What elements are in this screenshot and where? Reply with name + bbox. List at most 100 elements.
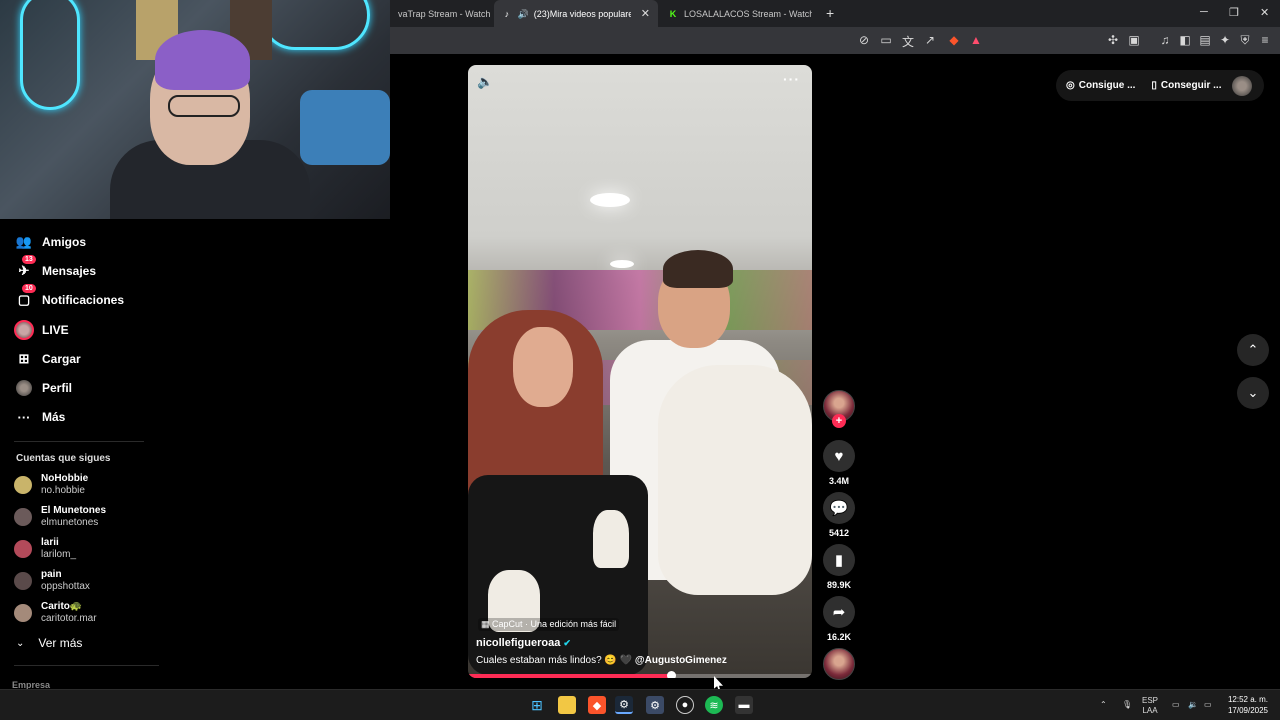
sidebar-item-notificaciones[interactable]: ▢ 10 Notificaciones [14, 284, 125, 312]
avatar [14, 508, 32, 526]
caption-text: Cuales estaban más lindos? 😊 🖤 [476, 655, 633, 666]
obs-icon[interactable]: ● [676, 696, 694, 714]
network-icon[interactable]: ▭ [1172, 700, 1180, 710]
chevron-up-icon: ⌃ [1247, 342, 1259, 357]
video-author[interactable]: nicollefigueroaa ✔ [476, 637, 571, 649]
following-item[interactable]: El Munetones elmunetones [14, 505, 106, 529]
save-count: 89.9K [826, 580, 852, 590]
minimize-button[interactable]: ─ [1200, 6, 1208, 18]
account-handle: elmunetones [41, 517, 99, 528]
brave-rewards-icon[interactable]: ▲ [969, 33, 983, 47]
tab-losalalacos-stream[interactable]: K LOSALALACOS Stream - Watch Live [660, 0, 820, 27]
following-item[interactable]: NoHobbie no.hobbie [14, 473, 88, 497]
leo-ai-icon[interactable]: ✦ [1218, 33, 1232, 47]
ghost-plush [658, 365, 812, 595]
divider [14, 665, 159, 666]
tray-chevron-icon[interactable]: ⌃ [1100, 700, 1107, 710]
language-indicator[interactable]: ESP LAA [1142, 696, 1158, 716]
messages-icon: ✈ 13 [14, 255, 36, 281]
spotify-icon[interactable]: ≋ [705, 696, 723, 714]
get-app-button[interactable]: ▯ Conseguir ... [1151, 80, 1221, 91]
previous-video-button[interactable]: ⌃ [1237, 334, 1269, 366]
see-more-button[interactable]: ⌄ Ver más [16, 636, 82, 650]
more-icon: ··· [17, 409, 31, 425]
friends-icon: 👥 [15, 234, 33, 249]
following-item[interactable]: larii larilom_ [14, 537, 76, 561]
video-caption: Cuales estaban más lindos? 😊 🖤 @AugustoG… [476, 655, 727, 666]
share-button[interactable]: ➦ [823, 596, 855, 628]
volume-tray-icon[interactable]: 🔉 [1188, 700, 1198, 710]
video-player[interactable]: 🔈 ··· ▦ CapCut · Una edición más fácil n… [468, 65, 812, 678]
get-coins-button[interactable]: ◎ Consigue ... [1066, 80, 1135, 91]
comment-icon: 💬 [829, 500, 849, 517]
following-item[interactable]: pain oppshottax [14, 569, 90, 593]
sidebar-item-live[interactable]: LIVE [14, 318, 69, 342]
app-window-icon[interactable]: ▬ [735, 696, 753, 714]
sidebar-item-amigos[interactable]: 👥 Amigos [14, 230, 86, 254]
close-window-button[interactable]: ✕ [1260, 6, 1269, 19]
account-name: pain [41, 569, 62, 580]
sidebar-item-mas[interactable]: ··· Más [14, 405, 66, 429]
media-icon[interactable]: ♫ [1158, 33, 1172, 47]
woman-face [513, 327, 573, 407]
sidebar-item-label: Perfil [42, 381, 73, 395]
system-clock[interactable]: 12:52 a. m. 17/09/2025 [1228, 694, 1268, 716]
ceiling-light [610, 260, 634, 268]
save-button[interactable]: ▮ [823, 544, 855, 576]
file-explorer-icon[interactable] [558, 696, 576, 714]
sidebar-toggle-icon[interactable]: ◧ [1178, 33, 1192, 47]
menu-icon[interactable]: ≡ [1258, 33, 1272, 47]
volume-icon[interactable]: 🔈 [477, 74, 493, 90]
restore-button[interactable]: ❐ [1229, 6, 1239, 19]
chevron-down-icon: ⌄ [16, 637, 25, 649]
no-tracking-icon[interactable]: ⊘ [857, 33, 871, 47]
more-options-icon[interactable]: ··· [783, 71, 800, 87]
next-video-button[interactable]: ⌄ [1237, 377, 1269, 409]
windows-taskbar: ⊞ ◆ ⚙ ⚙ ● ≋ ▬ ⌃ 🎙 ESP LAA ▭ 🔉 ▭ 12:52 a.… [0, 689, 1280, 720]
ghost-print [593, 510, 629, 568]
sidebar-item-perfil[interactable]: Perfil [14, 376, 72, 400]
video-progress-bar[interactable] [468, 671, 812, 678]
brave-shields-icon[interactable]: ◆ [947, 33, 961, 47]
vpn-icon[interactable]: ⛨ [1238, 33, 1252, 48]
brave-browser-icon[interactable]: ◆ [588, 696, 606, 714]
settings-icon[interactable]: ⚙ [646, 696, 664, 714]
get-app-label: Conseguir ... [1160, 80, 1222, 91]
sidebar-item-mensajes[interactable]: ✈ 13 Mensajes [14, 255, 97, 283]
heart-icon: ♥ [834, 447, 844, 465]
close-tab-icon[interactable]: ✕ [641, 7, 650, 20]
new-tab-button[interactable]: + [826, 5, 834, 21]
ceiling-light [590, 193, 630, 207]
share-icon[interactable]: ↗ [923, 33, 937, 47]
like-button[interactable]: ♥ [823, 440, 855, 472]
screenshot-icon[interactable]: ▣ [1127, 33, 1141, 47]
sidebar-item-label: Amigos [42, 235, 87, 249]
sound-avatar[interactable] [823, 648, 855, 680]
caption-mention[interactable]: @AugustoGimenez [635, 655, 727, 666]
audio-playing-icon[interactable]: 🔊 [518, 9, 529, 19]
follow-button[interactable]: + [832, 414, 846, 428]
sidebar-item-cargar[interactable]: ⊞ Cargar [14, 347, 81, 371]
tab-vatrap-stream[interactable]: vaTrap Stream - Watch Liv [390, 0, 490, 27]
notifications-badge: 10 [22, 284, 36, 293]
microphone-icon[interactable]: 🎙 [1122, 700, 1132, 710]
steam-icon[interactable]: ⚙ [615, 696, 633, 714]
comment-button[interactable]: 💬 [823, 492, 855, 524]
battery-icon[interactable]: ▭ [1204, 700, 1212, 710]
comment-count: 5412 [828, 528, 850, 538]
tab-tiktok[interactable]: ♪ 🔊 (23)Mira videos populares se ✕ [494, 0, 658, 27]
following-item[interactable]: Carito🐢 caritotor.mar [14, 601, 97, 625]
tiktok-icon: ♪ [504, 8, 510, 19]
keyboard-layout: LAA [1142, 706, 1158, 715]
cast-icon[interactable]: ▭ [879, 33, 893, 47]
user-avatar[interactable] [1232, 76, 1252, 96]
sidebar-item-label: Mensajes [42, 264, 97, 278]
translate-icon[interactable]: 文 [901, 33, 915, 50]
extensions-icon[interactable]: ✣ [1106, 33, 1120, 47]
progress-knob[interactable] [666, 671, 676, 678]
profile-avatar-icon [14, 378, 34, 398]
wallet-icon[interactable]: ▤ [1198, 33, 1212, 47]
capcut-label[interactable]: ▦ CapCut · Una edición más fácil [478, 618, 620, 631]
windows-start-icon[interactable]: ⊞ [528, 696, 546, 714]
sidebar-item-label: Notificaciones [42, 293, 125, 307]
